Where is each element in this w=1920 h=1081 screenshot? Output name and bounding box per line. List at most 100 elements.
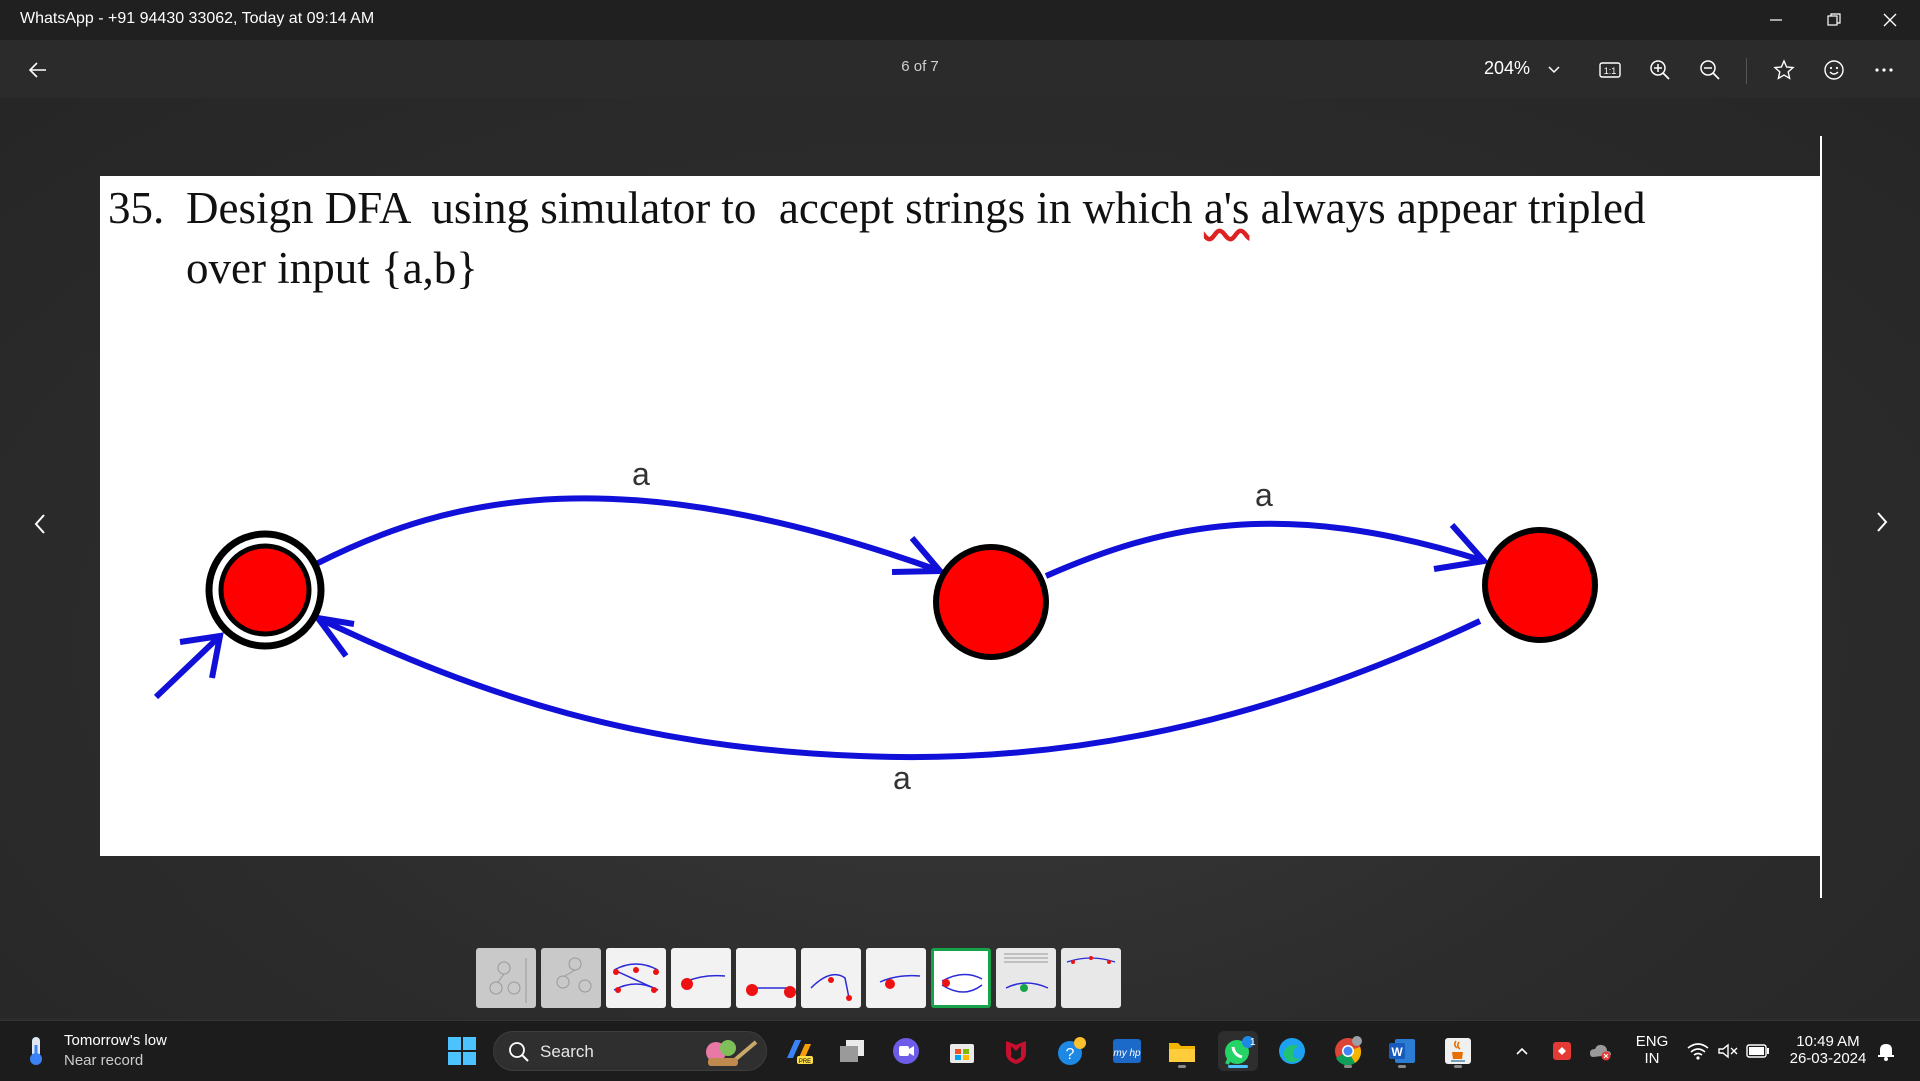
input-language[interactable]: ENG IN [1630, 1033, 1674, 1067]
battery-status[interactable] [1740, 1031, 1776, 1071]
thumbnail[interactable] [606, 948, 666, 1008]
clock-time: 10:49 AM [1796, 1033, 1860, 1050]
chrome-app[interactable] [1328, 1031, 1368, 1071]
help-app[interactable]: ? [1052, 1031, 1092, 1071]
back-arrow-icon [28, 62, 46, 78]
folder-icon [1169, 1043, 1195, 1062]
edge-q0-q1 [314, 495, 942, 574]
myhp-app[interactable]: my hp [1107, 1031, 1147, 1071]
mcafee-shield-icon [1006, 1041, 1026, 1064]
zoom-in-icon [1650, 60, 1670, 80]
battery-icon [1746, 1044, 1769, 1058]
title-bar: WhatsApp - +91 94430 33062, Today at 09:… [0, 0, 1920, 40]
close-button[interactable] [1862, 0, 1918, 40]
thumbnail[interactable] [1061, 948, 1121, 1008]
page-counter: 6 of 7 [901, 58, 939, 75]
thumbnail-active[interactable] [931, 948, 991, 1008]
zoom-in-button[interactable] [1640, 50, 1680, 90]
thermometer-icon[interactable] [24, 1035, 48, 1067]
chevron-right-icon [1877, 512, 1888, 532]
image-viewer: 35. Design DFA using simulator to accept… [0, 98, 1920, 1018]
previous-image-button[interactable] [20, 494, 60, 554]
star-icon [1773, 59, 1795, 80]
window-title: WhatsApp - +91 94430 33062, Today at 09:… [20, 10, 375, 27]
more-options-button[interactable] [1864, 50, 1904, 90]
chrome-browser-icon [1335, 1036, 1362, 1066]
onedrive-status[interactable] [1582, 1031, 1620, 1071]
edge-app[interactable] [1272, 1031, 1312, 1071]
state-q2 [1482, 527, 1598, 643]
bell-icon [1878, 1044, 1894, 1061]
chevron-up-icon [1516, 1047, 1528, 1055]
notifications-button[interactable] [1866, 1031, 1906, 1071]
page-edge [1820, 136, 1822, 898]
taskbar: Tomorrow's low Near record Search PRE ? … [0, 1020, 1920, 1081]
zoom-out-button[interactable] [1690, 50, 1730, 90]
thumbnail[interactable] [541, 948, 601, 1008]
actual-size-icon: 1:1 [1599, 62, 1621, 78]
state-q0 [205, 530, 325, 650]
search-highlight-icon [706, 1040, 758, 1066]
word-app[interactable]: W [1382, 1031, 1422, 1071]
back-button[interactable] [18, 50, 58, 90]
zoom-dropdown-button[interactable] [1534, 50, 1574, 90]
thumbnail[interactable] [866, 948, 926, 1008]
zoom-level[interactable]: 204% [1484, 58, 1530, 79]
region-code: IN [1644, 1050, 1660, 1067]
wifi-icon [1687, 1043, 1709, 1060]
weather-detail[interactable]: Near record [64, 1052, 143, 1069]
thumbnail[interactable] [736, 948, 796, 1008]
dfa-diagram: a a a [153, 456, 1598, 796]
microsoft-store-app[interactable] [942, 1031, 982, 1071]
edge-label-q2-q0: a [893, 760, 911, 796]
search-label: Search [540, 1042, 594, 1061]
actual-size-button[interactable]: 1:1 [1590, 50, 1630, 90]
edge-q1-q2 [1044, 520, 1485, 579]
toolbar-divider [1746, 58, 1747, 84]
video-call-icon [893, 1038, 919, 1064]
java-app[interactable] [1438, 1031, 1478, 1071]
file-explorer-app[interactable] [1162, 1031, 1202, 1071]
restore-button[interactable] [1806, 0, 1862, 40]
cloud-error-icon [1590, 1044, 1611, 1061]
next-image-button[interactable] [1862, 492, 1902, 552]
whatsapp-app[interactable]: 1 [1218, 1031, 1258, 1071]
app-tray-icon [1553, 1042, 1571, 1060]
volume-muted-icon [1718, 1043, 1738, 1059]
java-cup-icon [1445, 1038, 1471, 1064]
close-icon [1883, 13, 1897, 27]
thumbnail[interactable] [801, 948, 861, 1008]
running-indicator [1344, 1065, 1352, 1068]
edge-q2-q0 [316, 615, 1482, 761]
react-button[interactable] [1814, 50, 1854, 90]
minimize-button[interactable] [1748, 0, 1804, 40]
document-image: 35. Design DFA using simulator to accept… [100, 176, 1820, 856]
running-indicator [1178, 1065, 1186, 1068]
show-hidden-icons-button[interactable] [1503, 1031, 1541, 1071]
windows-logo-icon [448, 1037, 476, 1065]
search-icon [509, 1042, 529, 1062]
search-input[interactable]: Search [493, 1031, 767, 1071]
thumbnail[interactable] [476, 948, 536, 1008]
edge-q2-q0-arrowhead [311, 613, 355, 658]
clock[interactable]: 10:49 AM 26-03-2024 [1778, 1033, 1878, 1067]
edge-label-q1-q2: a [1255, 477, 1273, 513]
tray-app-red[interactable] [1543, 1031, 1581, 1071]
state-q1 [933, 544, 1049, 660]
whatsapp-badge: 1 [1250, 1037, 1256, 1048]
thumbnail[interactable] [996, 948, 1056, 1008]
word-icon: W [1389, 1039, 1415, 1063]
copilot-app[interactable]: PRE [778, 1031, 818, 1071]
language-code: ENG [1635, 1033, 1669, 1050]
svg-text:1:1: 1:1 [1604, 66, 1617, 76]
thumbnail[interactable] [671, 948, 731, 1008]
chevron-left-icon [34, 514, 45, 534]
weather-headline[interactable]: Tomorrow's low [64, 1032, 167, 1049]
running-indicator [1454, 1065, 1462, 1068]
favorite-button[interactable] [1764, 50, 1804, 90]
task-view-button[interactable] [832, 1031, 872, 1071]
mcafee-app[interactable] [996, 1031, 1036, 1071]
restore-icon [1827, 13, 1841, 26]
meet-app[interactable] [886, 1031, 926, 1071]
start-button[interactable] [442, 1031, 482, 1071]
